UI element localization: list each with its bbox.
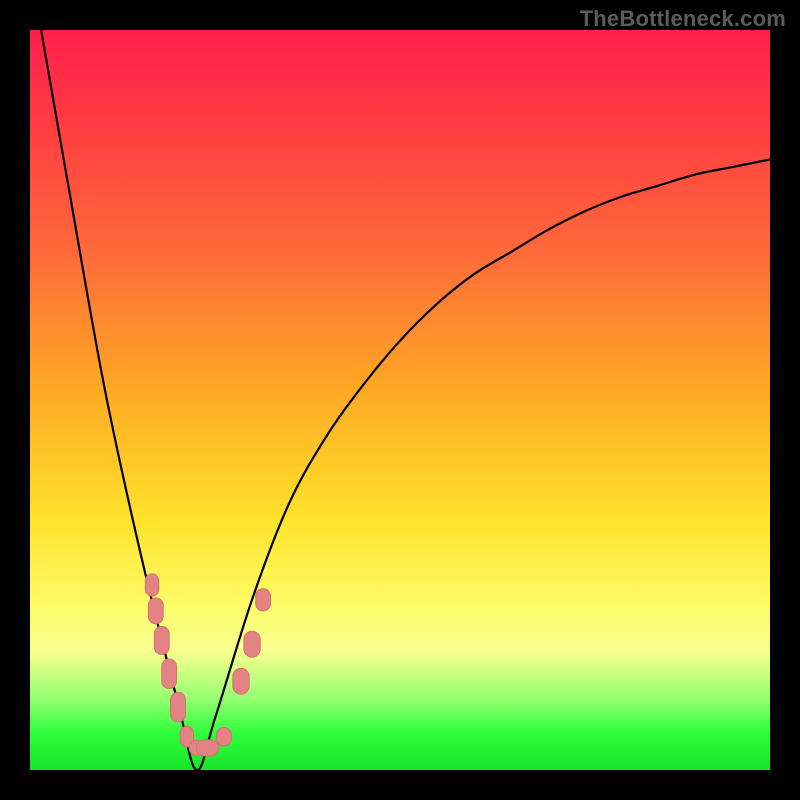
probe-point: [256, 589, 271, 611]
plot-area: [30, 30, 770, 770]
probe-point: [180, 726, 193, 747]
probe-point: [189, 740, 204, 755]
chart-frame: TheBottleneck.com: [0, 0, 800, 800]
probe-point: [197, 740, 219, 756]
probe-point: [244, 631, 260, 657]
probe-point: [162, 659, 177, 689]
bottleneck-curve: [41, 30, 770, 770]
watermark-text: TheBottleneck.com: [580, 6, 786, 32]
chart-overlay: [30, 30, 770, 770]
probe-point: [148, 598, 163, 624]
probe-point: [217, 727, 232, 746]
probe-point: [145, 574, 158, 596]
probe-point: [233, 668, 249, 694]
probe-points-group: [145, 574, 270, 756]
probe-point: [171, 692, 186, 722]
probe-point: [154, 626, 169, 654]
